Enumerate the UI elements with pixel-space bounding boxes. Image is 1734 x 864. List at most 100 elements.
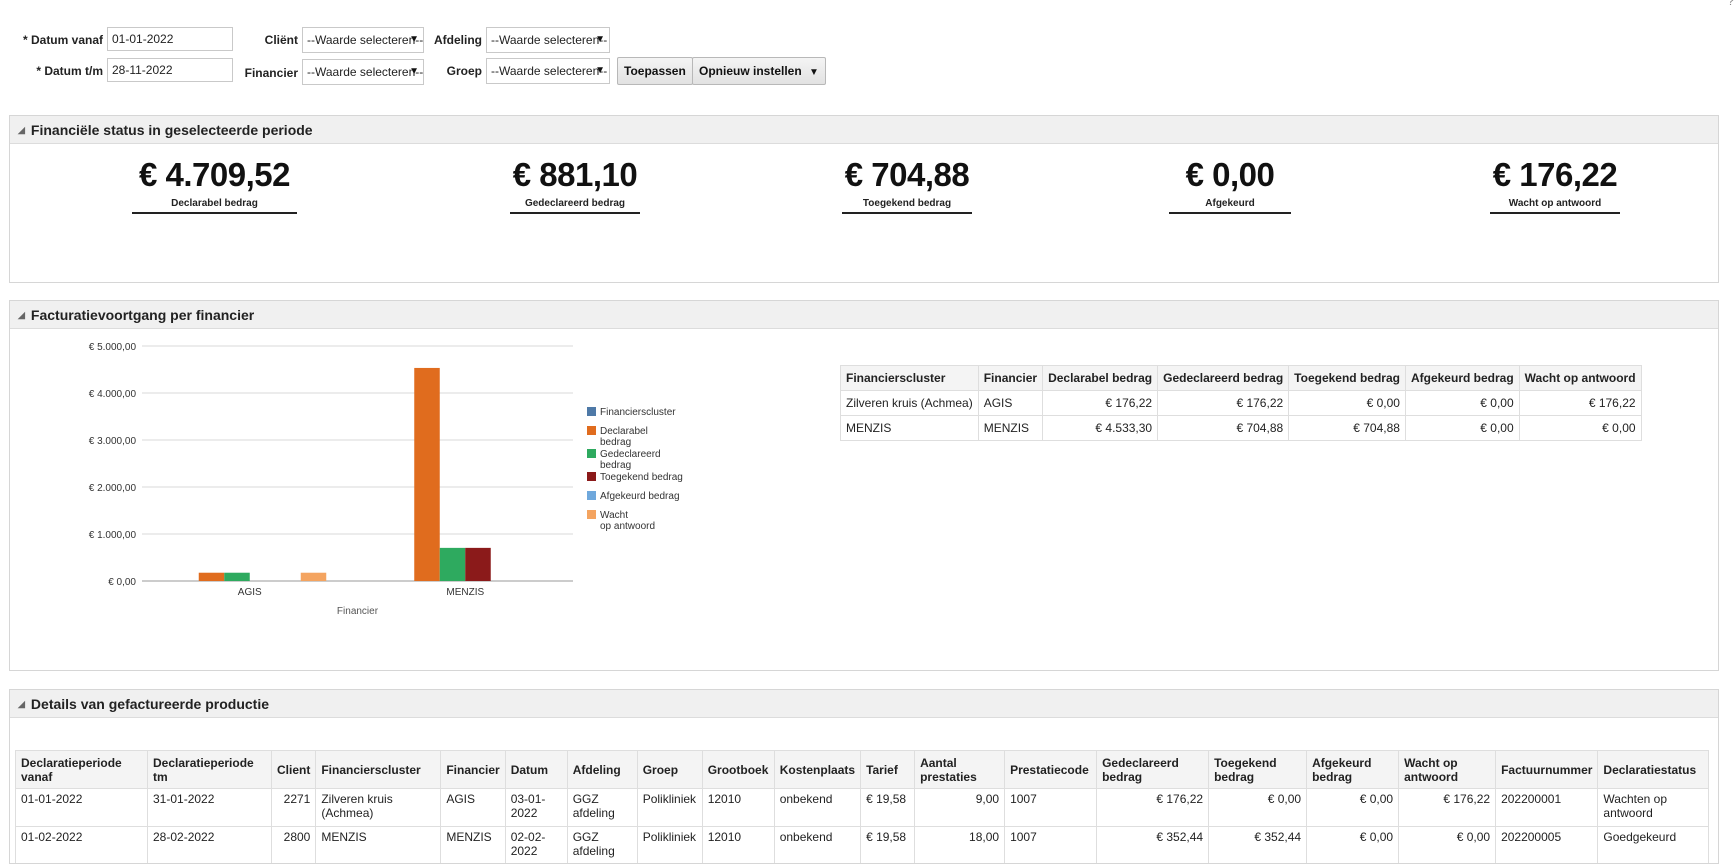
column-header[interactable]: Client: [272, 751, 316, 789]
table-cell: 28-02-2022: [148, 827, 272, 864]
column-header[interactable]: Aantal prestaties: [915, 751, 1005, 789]
reset-button[interactable]: Opnieuw instellen ▼: [692, 57, 826, 85]
table-cell: onbekend: [774, 789, 860, 827]
y-tick-label: € 2.000,00: [89, 483, 137, 494]
column-header[interactable]: Declaratieperiode vanaf: [16, 751, 148, 789]
panel-header[interactable]: ◢Details van gefactureerde productie: [10, 690, 1718, 718]
financier-select[interactable]: --Waarde selecteren-- ▼: [302, 59, 424, 85]
table-row: 01-01-2022 31-01-2022 2271 Zilveren krui…: [16, 789, 1709, 827]
client-select[interactable]: --Waarde selecteren-- ▼: [302, 27, 424, 53]
financier-label: Financier: [236, 66, 298, 80]
bar: [199, 573, 225, 581]
column-header[interactable]: Prestatiecode: [1005, 751, 1097, 789]
table-cell: € 0,00: [1289, 391, 1406, 416]
column-header[interactable]: Datum: [505, 751, 567, 789]
kpi-declarabel: € 4.709,52 Declarabel bedrag: [132, 156, 297, 214]
table-cell: 18,00: [915, 827, 1005, 864]
kpi-label: Toegekend bedrag: [842, 198, 972, 214]
column-header[interactable]: Kostenplaats: [774, 751, 860, 789]
column-header[interactable]: Afgekeurd bedrag: [1405, 366, 1519, 391]
column-header[interactable]: Financierscluster: [316, 751, 441, 789]
chevron-down-icon: ▼: [809, 67, 819, 78]
column-header[interactable]: Wacht op antwoord: [1399, 751, 1496, 789]
column-header[interactable]: Declaratieperiode tm: [148, 751, 272, 789]
column-header[interactable]: Financier: [978, 366, 1042, 391]
table-cell: 1007: [1005, 789, 1097, 827]
groep-label: Groep: [426, 64, 482, 78]
column-header[interactable]: Groep: [637, 751, 702, 789]
y-tick-label: € 0,00: [108, 577, 136, 588]
table-cell: € 704,88: [1158, 416, 1289, 441]
y-tick-label: € 4.000,00: [89, 389, 137, 400]
table-cell: 2800: [272, 827, 316, 864]
collapse-triangle-icon[interactable]: ◢: [18, 310, 25, 321]
legend-label: Afgekeurd bedrag: [600, 491, 680, 502]
afdeling-select[interactable]: --Waarde selecteren-- ▼: [486, 27, 610, 53]
table-cell: € 19,58: [861, 789, 915, 827]
column-header[interactable]: Gedeclareerd bedrag: [1097, 751, 1209, 789]
legend-swatch: [587, 407, 596, 416]
kpi-value: € 881,10: [510, 156, 640, 194]
kpi-label: Gedeclareerd bedrag: [510, 198, 640, 214]
column-header[interactable]: Declarabel bedrag: [1043, 366, 1158, 391]
table-cell: 03-01-2022: [505, 789, 567, 827]
datum-vanaf-input[interactable]: [107, 27, 233, 51]
table-cell: 12010: [702, 827, 774, 864]
legend-label: Financierscluster: [600, 407, 676, 418]
panel-header[interactable]: ◢Facturatievoortgang per financier: [10, 301, 1718, 329]
column-header[interactable]: Afdeling: [567, 751, 637, 789]
bar-chart: € 0,00€ 1.000,00€ 2.000,00€ 3.000,00€ 4.…: [10, 331, 710, 671]
kpi-toegekend: € 704,88 Toegekend bedrag: [842, 156, 972, 214]
kpi-value: € 0,00: [1169, 156, 1291, 194]
table-cell: € 0,00: [1405, 416, 1519, 441]
legend-swatch: [587, 472, 596, 481]
legend-label: op antwoord: [600, 521, 655, 532]
kpi-value: € 176,22: [1490, 156, 1620, 194]
column-header[interactable]: Gedeclareerd bedrag: [1158, 366, 1289, 391]
collapse-triangle-icon[interactable]: ◢: [18, 125, 25, 136]
table-cell: € 352,44: [1097, 827, 1209, 864]
column-header[interactable]: Declaratiestatus: [1598, 751, 1709, 789]
apply-button[interactable]: Toepassen: [617, 57, 693, 85]
column-header[interactable]: Financierscluster: [841, 366, 979, 391]
y-tick-label: € 5.000,00: [89, 342, 137, 353]
legend-swatch: [587, 510, 596, 519]
kpi-value: € 4.709,52: [132, 156, 297, 194]
column-header[interactable]: Toegekend bedrag: [1209, 751, 1307, 789]
table-cell: € 4.533,30: [1043, 416, 1158, 441]
table-cell: € 0,00: [1307, 827, 1399, 864]
y-tick-label: € 1.000,00: [89, 530, 137, 541]
collapse-triangle-icon[interactable]: ◢: [18, 699, 25, 710]
table-cell: 9,00: [915, 789, 1005, 827]
afdeling-label: Afdeling: [426, 33, 482, 47]
table-cell: € 352,44: [1209, 827, 1307, 864]
legend-label: bedrag: [600, 437, 631, 448]
column-header[interactable]: Financier: [441, 751, 505, 789]
reset-button-label: Opnieuw instellen: [699, 64, 802, 78]
table-cell: 01-02-2022: [16, 827, 148, 864]
legend-label: Gedeclareerd: [600, 449, 661, 460]
groep-select[interactable]: --Waarde selecteren-- ▼: [486, 58, 610, 84]
column-header[interactable]: Grootboek: [702, 751, 774, 789]
column-header[interactable]: Wacht op antwoord: [1519, 366, 1641, 391]
panel-header[interactable]: ◢ Financiële status in geselecteerde peri…: [10, 116, 1718, 144]
table-cell: € 0,00: [1209, 789, 1307, 827]
chevron-down-icon: ▼: [595, 34, 605, 45]
table-cell: € 704,88: [1289, 416, 1406, 441]
datum-tm-input[interactable]: [107, 58, 233, 82]
panel-title: Financiële status in geselecteerde perio…: [31, 122, 313, 138]
financial-status-panel: ◢ Financiële status in geselecteerde peri…: [9, 115, 1719, 283]
table-cell: GGZ afdeling: [567, 827, 637, 864]
table-cell: MENZIS: [841, 416, 979, 441]
client-select-value: --Waarde selecteren--: [307, 33, 423, 47]
table-cell: 02-02-2022: [505, 827, 567, 864]
column-header[interactable]: Afgekeurd bedrag: [1307, 751, 1399, 789]
table-cell: € 176,22: [1519, 391, 1641, 416]
column-header[interactable]: Toegekend bedrag: [1289, 366, 1406, 391]
column-header[interactable]: Tarief: [861, 751, 915, 789]
x-tick-label: AGIS: [238, 587, 262, 598]
table-cell: AGIS: [441, 789, 505, 827]
column-header[interactable]: Factuurnummer: [1496, 751, 1598, 789]
table-cell: € 176,22: [1043, 391, 1158, 416]
table-cell: Wachten op antwoord: [1598, 789, 1709, 827]
